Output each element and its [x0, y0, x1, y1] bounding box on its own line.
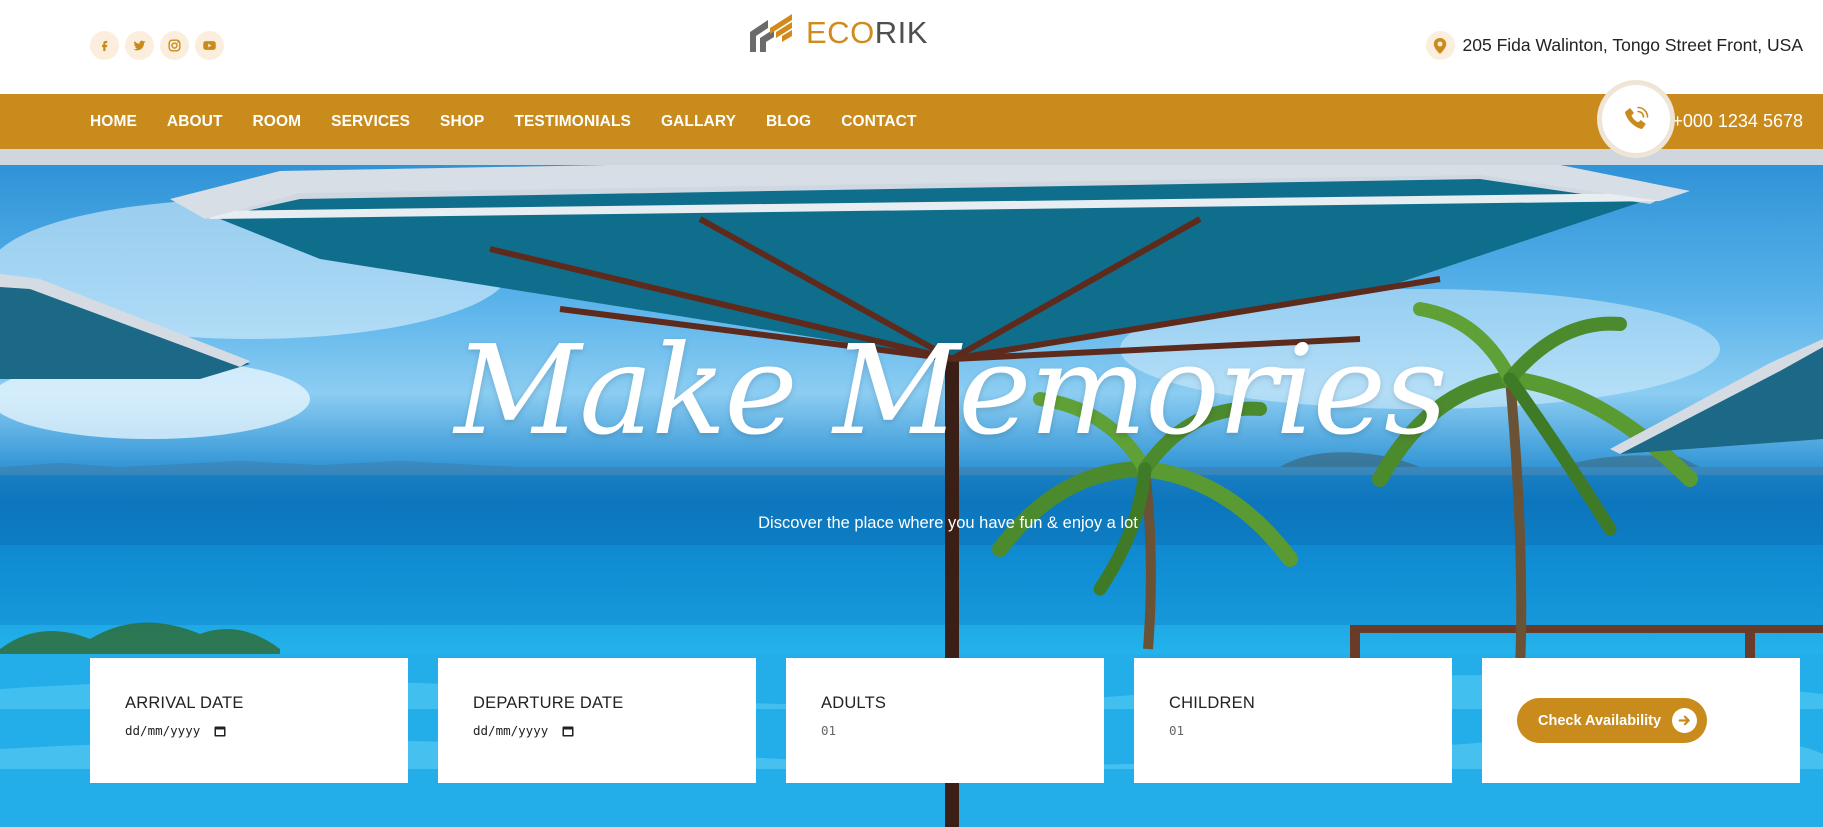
- children-card: CHILDREN 01: [1134, 658, 1452, 783]
- nav-item-about[interactable]: ABOUT: [167, 113, 223, 131]
- nav-item-gallary[interactable]: GALLARY: [661, 113, 736, 131]
- location-pin-icon: [1433, 37, 1447, 54]
- hero-subtitle: Discover the place where you have fun & …: [758, 514, 1138, 532]
- nav-item-testimonials[interactable]: TESTIMONIALS: [514, 113, 631, 131]
- logo-text-eco: ECO: [806, 15, 875, 50]
- address-block: 205 Fida Walinton, Tongo Street Front, U…: [1425, 31, 1803, 60]
- adults-label: ADULTS: [821, 694, 887, 712]
- facebook-icon: [102, 40, 108, 52]
- main-navbar: HOME ABOUT ROOM SERVICES SHOP TESTIMONIA…: [0, 80, 1823, 158]
- location-pin-badge: [1425, 31, 1455, 60]
- arrival-date-card: ARRIVAL DATE dd/mm/yyyy: [90, 658, 408, 783]
- nav-menu: HOME ABOUT ROOM SERVICES SHOP TESTIMONIA…: [90, 94, 947, 149]
- nav-item-home[interactable]: HOME: [90, 113, 137, 131]
- departure-date-card: DEPARTURE DATE dd/mm/yyyy: [438, 658, 756, 783]
- arrival-date-label: ARRIVAL DATE: [125, 694, 244, 712]
- calendar-icon[interactable]: [562, 725, 574, 737]
- children-label: CHILDREN: [1169, 694, 1255, 712]
- youtube-link[interactable]: [195, 31, 224, 60]
- children-input[interactable]: 01: [1169, 723, 1417, 738]
- nav-item-blog[interactable]: BLOG: [766, 113, 811, 131]
- youtube-icon: [203, 41, 216, 50]
- phone-button[interactable]: [1597, 80, 1675, 158]
- arrival-date-input[interactable]: dd/mm/yyyy: [125, 723, 373, 738]
- instagram-link[interactable]: [160, 31, 189, 60]
- departure-date-input[interactable]: dd/mm/yyyy: [473, 723, 721, 738]
- nav-item-shop[interactable]: SHOP: [440, 113, 484, 131]
- top-bar: ECORIK 205 Fida Walinton, Tongo Street F…: [0, 0, 1823, 94]
- logo-text-rik: RIK: [874, 15, 928, 50]
- site-logo[interactable]: ECORIK: [746, 10, 928, 56]
- arrow-right-icon: [1678, 715, 1690, 726]
- address-text: 205 Fida Walinton, Tongo Street Front, U…: [1462, 35, 1803, 55]
- nav-item-room[interactable]: ROOM: [253, 113, 302, 131]
- adults-card: ADULTS 01: [786, 658, 1104, 783]
- adults-input[interactable]: 01: [821, 723, 1069, 738]
- phone-number[interactable]: +000 1234 5678: [1672, 94, 1803, 149]
- check-availability-button[interactable]: Check Availability: [1517, 698, 1707, 743]
- house-logo-icon: [750, 14, 792, 52]
- social-links: [90, 31, 224, 60]
- nav-item-contact[interactable]: CONTACT: [841, 113, 916, 131]
- calendar-icon[interactable]: [214, 725, 226, 737]
- check-availability-card: Check Availability: [1482, 658, 1800, 783]
- logo-text: ECORIK: [806, 15, 928, 51]
- departure-date-label: DEPARTURE DATE: [473, 694, 624, 712]
- departure-date-placeholder: dd/mm/yyyy: [473, 723, 549, 738]
- arrow-right-circle: [1672, 708, 1697, 733]
- nav-item-services[interactable]: SERVICES: [331, 113, 410, 131]
- hero-title: Make Memories: [454, 319, 1447, 463]
- check-availability-label: Check Availability: [1538, 712, 1662, 729]
- twitter-link[interactable]: [125, 31, 154, 60]
- facebook-link[interactable]: [90, 31, 119, 60]
- arrival-date-placeholder: dd/mm/yyyy: [125, 723, 201, 738]
- twitter-icon: [133, 40, 146, 51]
- booking-form: ARRIVAL DATE dd/mm/yyyy DEPARTURE DATE d…: [90, 658, 1803, 783]
- phone-icon: [1625, 106, 1649, 129]
- instagram-icon: [168, 39, 181, 52]
